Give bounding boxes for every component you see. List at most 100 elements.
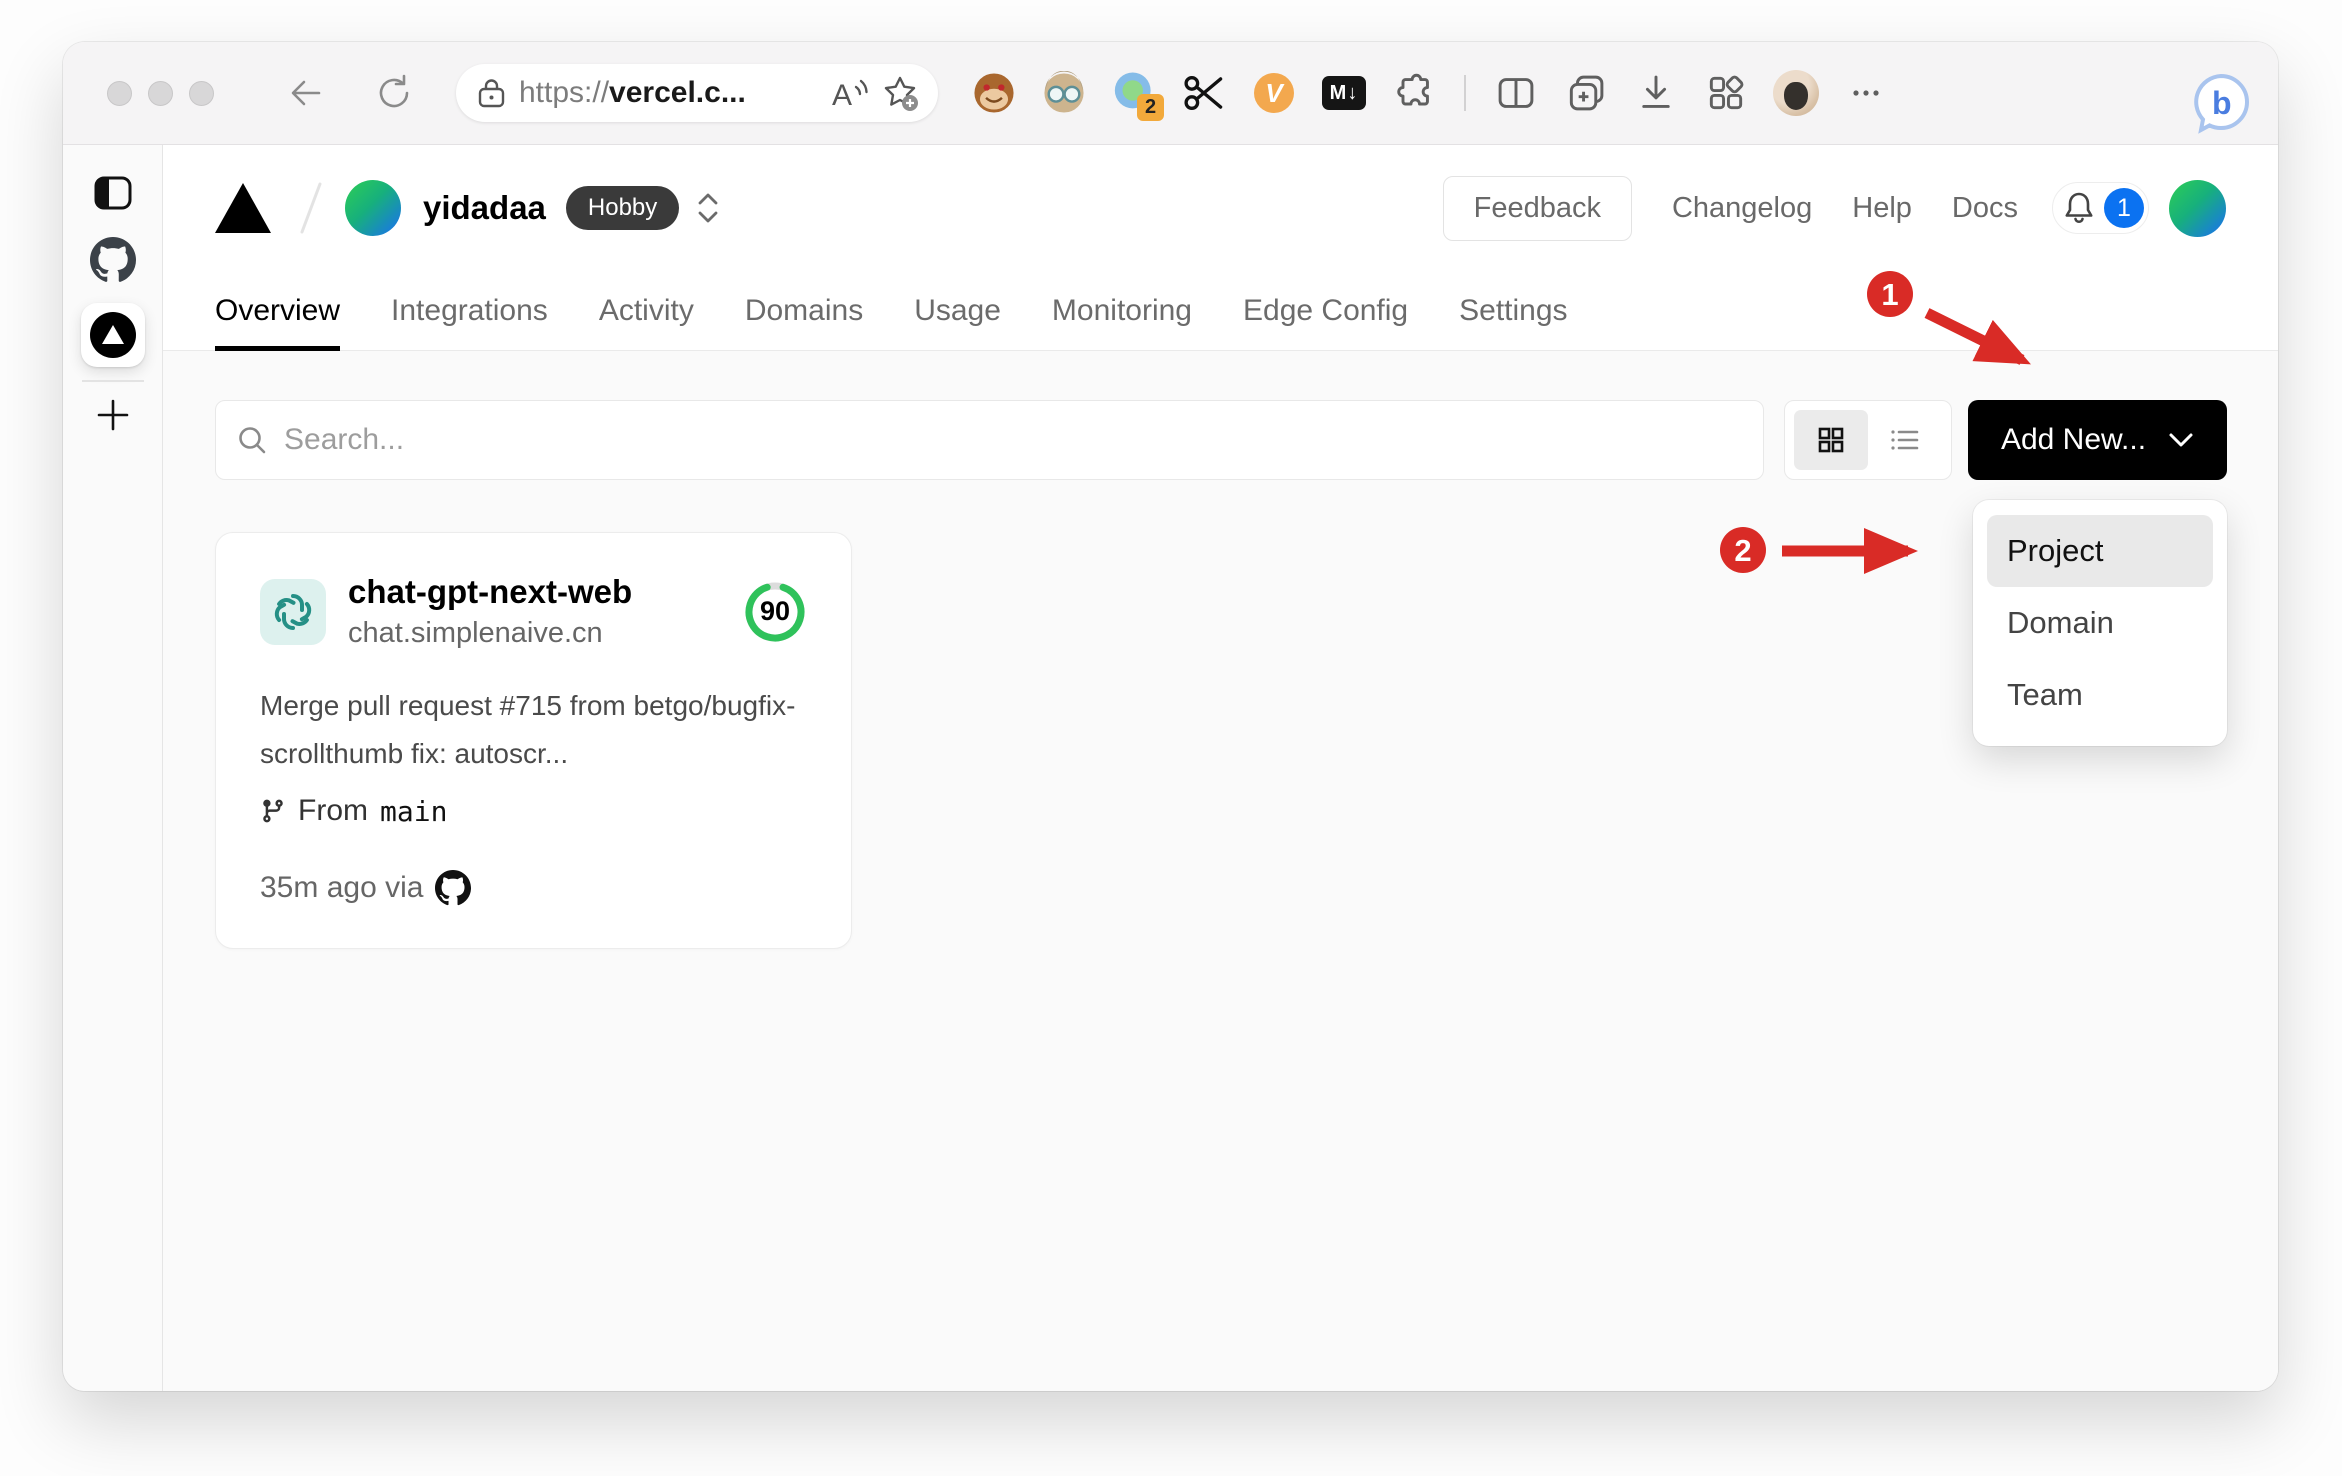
collections-icon (1569, 75, 1604, 111)
tab-integrations[interactable]: Integrations (391, 271, 548, 350)
projects-toolbar: Add New... (215, 400, 2227, 480)
add-new-dropdown-menu: Project Domain Team (1973, 500, 2227, 746)
team-switcher-chevrons-icon[interactable] (695, 190, 721, 226)
monkey-icon (974, 73, 1014, 113)
branch-row: From main (260, 794, 807, 828)
user-avatar[interactable] (2169, 179, 2226, 237)
screenshot-extension-icon[interactable] (1178, 67, 1230, 119)
sidebar-item-github[interactable] (89, 237, 136, 283)
add-workspace-button[interactable] (92, 394, 134, 436)
feedback-button[interactable]: Feedback (1442, 175, 1632, 241)
vercel-triangle-icon (101, 325, 124, 344)
project-domain[interactable]: chat.simplenaive.cn (348, 617, 632, 650)
traffic-light-close-button[interactable] (107, 80, 132, 106)
markdown-download-extension-icon[interactable]: M↓ (1318, 67, 1370, 119)
project-name[interactable]: chat-gpt-next-web (348, 573, 632, 611)
tab-domains[interactable]: Domains (745, 271, 863, 350)
help-link[interactable]: Help (1852, 192, 1912, 225)
add-favorite-star-icon[interactable] (880, 73, 920, 113)
branch-from-label: From (298, 794, 368, 827)
avatar-extension-icon[interactable] (1038, 67, 1090, 119)
changelog-link[interactable]: Changelog (1672, 192, 1812, 225)
sidebar-toggle-button[interactable] (92, 173, 134, 213)
settings-more-button[interactable] (1840, 67, 1892, 119)
tab-activity[interactable]: Activity (599, 271, 694, 350)
extensions-menu-button[interactable] (1388, 67, 1440, 119)
overview-content: Add New... (163, 351, 2278, 1391)
address-bar[interactable]: https://vercel.c... A (456, 64, 938, 122)
dashboard-header: yidadaa Hobby Feedback Changelog Help Do… (163, 145, 2278, 271)
proxy-extension-icon[interactable]: 2 (1108, 67, 1164, 121)
split-screen-button[interactable] (1490, 67, 1542, 119)
extension-toolbar: 2 V M↓ (968, 67, 1892, 121)
back-arrow-icon (291, 80, 321, 106)
url-host: vercel.c... (609, 76, 746, 109)
rail-divider (81, 380, 144, 382)
read-aloud-icon[interactable]: A (828, 75, 868, 111)
collections-button[interactable] (1560, 67, 1612, 119)
grid-view-icon (1818, 427, 1844, 453)
tab-usage[interactable]: Usage (914, 271, 1001, 350)
team-avatar[interactable] (345, 180, 401, 236)
search-input[interactable] (284, 423, 1743, 457)
project-logo-tile (260, 578, 326, 645)
panel-icon (94, 176, 131, 210)
add-new-label: Add New... (2000, 423, 2147, 456)
vimium-v-icon: V (1254, 73, 1294, 113)
traffic-light-zoom-button[interactable] (189, 80, 214, 106)
list-view-icon (1891, 430, 1919, 450)
search-box[interactable] (215, 400, 1764, 480)
vercel-dashboard-page: yidadaa Hobby Feedback Changelog Help Do… (163, 145, 2278, 1391)
notifications-button[interactable]: 1 (2052, 182, 2149, 234)
vercel-circle-icon (89, 312, 136, 358)
lock-icon (478, 79, 505, 108)
downloads-button[interactable] (1630, 67, 1682, 119)
url-text: https://vercel.c... (519, 76, 746, 110)
list-view-button[interactable] (1868, 410, 1942, 470)
lighthouse-score-ring: 90 (743, 580, 807, 644)
dashboard-tabs: Overview Integrations Activity Domains U… (163, 271, 2278, 351)
refresh-button[interactable] (374, 73, 414, 113)
tab-monitoring[interactable]: Monitoring (1052, 271, 1192, 350)
browser-profile-button[interactable] (1770, 67, 1822, 119)
commit-message[interactable]: Merge pull request #715 from betgo/bugfi… (260, 682, 807, 778)
browser-sidebar-rail (63, 145, 163, 1391)
vimium-extension-icon[interactable]: V (1248, 67, 1300, 119)
add-new-button[interactable]: Add New... (1968, 400, 2227, 480)
proxy-badge-count: 2 (1137, 94, 1164, 121)
deploy-time-row: 35m ago via (260, 870, 807, 906)
menu-item-project[interactable]: Project (1987, 515, 2213, 587)
browser-titlebar: https://vercel.c... A 2 V M↓ b (63, 42, 2278, 145)
apps-grid-icon (1709, 75, 1744, 110)
sidebar-item-vercel-active[interactable] (80, 303, 145, 367)
browser-profile-avatar (1773, 70, 1819, 116)
traffic-light-minimize-button[interactable] (148, 80, 173, 106)
score-value: 90 (759, 596, 791, 626)
notification-count-badge: 1 (2104, 188, 2144, 228)
menu-item-team[interactable]: Team (1987, 659, 2213, 731)
deploy-time: 35m ago via (260, 871, 424, 904)
tampermonkey-extension-icon[interactable] (968, 67, 1020, 119)
granny-face-icon (1044, 71, 1084, 113)
view-toggle (1784, 400, 1952, 480)
tab-overview[interactable]: Overview (215, 271, 341, 351)
docs-link[interactable]: Docs (1952, 192, 2018, 225)
chevron-down-icon (2169, 433, 2193, 447)
markdown-icon: M↓ (1322, 76, 1366, 110)
back-button[interactable] (286, 73, 326, 113)
team-name[interactable]: yidadaa (423, 189, 546, 227)
branch-name[interactable]: main (380, 795, 447, 828)
bing-chat-button[interactable]: b (2188, 70, 2254, 136)
vercel-logo-icon[interactable] (215, 183, 271, 233)
tab-edge-config[interactable]: Edge Config (1243, 271, 1408, 350)
bell-icon (2065, 192, 2093, 223)
menu-item-domain[interactable]: Domain (1987, 587, 2213, 659)
url-protocol: https:// (519, 76, 610, 109)
tab-settings[interactable]: Settings (1459, 271, 1567, 350)
ellipsis-icon (1853, 90, 1879, 96)
apps-button[interactable] (1700, 67, 1752, 119)
github-icon (89, 237, 136, 282)
split-screen-icon (1498, 78, 1534, 108)
grid-view-button[interactable] (1794, 410, 1868, 470)
project-card[interactable]: chat-gpt-next-web chat.simplenaive.cn 90… (215, 532, 852, 949)
